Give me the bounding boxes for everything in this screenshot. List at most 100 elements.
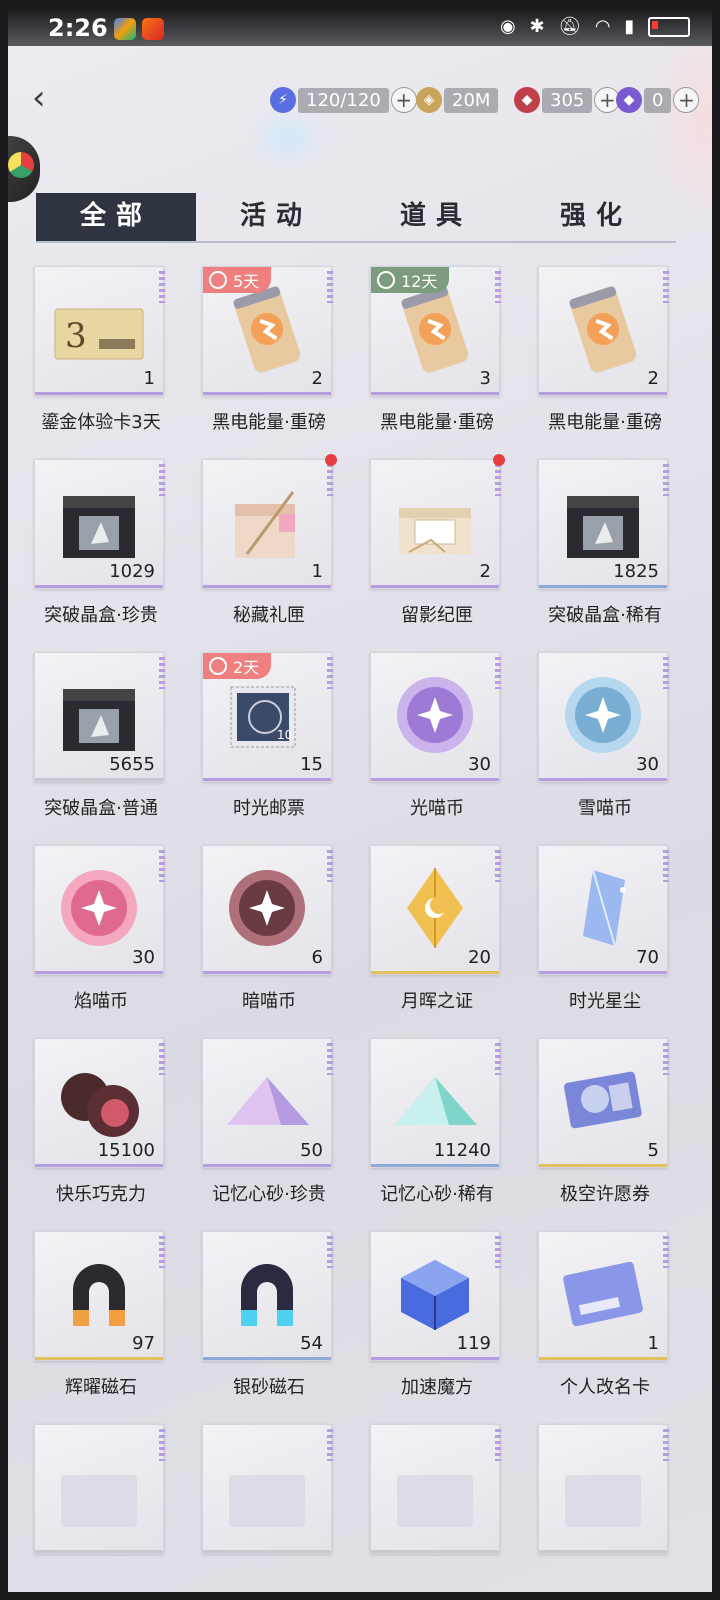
inventory-item[interactable]: 5 极空许愿券	[538, 1038, 672, 1206]
inventory-item[interactable]: 2 留影纪匣	[370, 454, 505, 627]
rarity-marker	[327, 657, 333, 689]
signal-icon: ▮	[624, 16, 639, 37]
yellow-card-icon	[553, 1439, 653, 1535]
tab-2[interactable]: 道具	[356, 193, 516, 241]
inventory-item[interactable]: 15100 快乐巧克力	[34, 1038, 168, 1206]
rarity-marker	[159, 1429, 165, 1461]
item-card[interactable]: 30	[538, 652, 669, 782]
stamp-icon: 10	[217, 667, 317, 763]
item-quantity: 5	[647, 1140, 659, 1161]
tab-3[interactable]: 强化	[516, 193, 676, 241]
inventory-item[interactable]: 30 光喵币	[370, 652, 504, 820]
rarity-stripe	[371, 392, 499, 395]
item-card[interactable]	[538, 1424, 669, 1554]
heart-sand-teal-icon	[385, 1053, 485, 1149]
item-quantity: 30	[132, 947, 155, 968]
inventory-item[interactable]	[370, 1424, 504, 1554]
inventory-item[interactable]: 70 时光星尘	[538, 845, 672, 1013]
item-card[interactable]: 10 15 2天	[202, 652, 333, 782]
item-card[interactable]: 6	[202, 845, 333, 975]
item-card[interactable]	[34, 1424, 165, 1554]
game-notification-icon	[142, 18, 164, 40]
rarity-stripe	[203, 392, 331, 395]
inventory-item[interactable]	[34, 1424, 168, 1554]
item-card[interactable]: 3 12天	[370, 266, 501, 396]
item-card[interactable]	[370, 1424, 501, 1554]
item-card[interactable]: 5	[538, 1038, 669, 1168]
item-card[interactable]: 1	[538, 1231, 669, 1361]
inventory-screen: 2:26 ◉ ✱ 🔕︎ ◠ ▮ ‹ ⚡ 120/120 + ◈ 20M ◆ 305 + ◆ 0 + …	[8, 8, 712, 1592]
item-card[interactable]: 1	[202, 454, 337, 589]
inventory-item[interactable]: 1 个人改名卡	[538, 1231, 672, 1399]
inventory-item[interactable]: 1825 突破晶盒·稀有	[538, 459, 672, 627]
inventory-item[interactable]: 1029 突破晶盒·珍贵	[34, 459, 168, 627]
item-name: 突破晶盒·珍贵	[44, 605, 158, 626]
inventory-item[interactable]: 97 辉曜磁石	[34, 1231, 168, 1399]
item-card[interactable]: 2	[538, 266, 669, 396]
item-card[interactable]: 5655	[34, 652, 165, 782]
back-button[interactable]: ‹	[32, 78, 72, 118]
inventory-item[interactable]	[538, 1424, 672, 1554]
item-card[interactable]: 2	[370, 454, 505, 589]
item-card[interactable]	[202, 1424, 333, 1554]
speed-cube-icon	[385, 1246, 485, 1342]
inventory-item[interactable]: 3 12天 黑电能量·重磅	[370, 266, 504, 434]
device-icon	[49, 1439, 149, 1535]
item-card[interactable]: 119	[370, 1231, 501, 1361]
add-resource-button[interactable]: +	[673, 87, 700, 113]
item-card[interactable]: 20	[370, 845, 501, 975]
item-card[interactable]: 15100	[34, 1038, 165, 1168]
rarity-marker	[159, 464, 165, 496]
inventory-item[interactable]: 30 焰喵币	[34, 845, 168, 1013]
inventory-item[interactable]: 1 秘藏礼匣	[202, 454, 337, 627]
item-card[interactable]: 70	[538, 845, 669, 975]
rarity-marker	[495, 271, 501, 303]
item-card[interactable]: 31	[34, 266, 165, 396]
rarity-stripe	[35, 392, 163, 395]
tab-0[interactable]: 全部	[36, 193, 196, 241]
rarity-marker	[663, 1043, 669, 1075]
heart-sand-purple-icon	[217, 1053, 317, 1149]
inventory-item[interactable]: 54 银砂磁石	[202, 1231, 336, 1399]
inventory-item[interactable]: 2 5天 黑电能量·重磅	[202, 266, 336, 434]
item-card[interactable]: 97	[34, 1231, 165, 1361]
item-card[interactable]: 1825	[538, 459, 669, 589]
rarity-marker	[327, 850, 333, 882]
item-card[interactable]: 54	[202, 1231, 333, 1361]
mute-icon: 🔕︎	[558, 16, 586, 37]
resource-purple-diamond: ◆ 0 +	[616, 86, 700, 114]
crystal-box-icon	[49, 474, 149, 570]
inventory-item[interactable]: 119 加速魔方	[370, 1231, 504, 1399]
inventory-item[interactable]	[202, 1424, 336, 1554]
inventory-item[interactable]: 11240 记忆心砂·稀有	[370, 1038, 504, 1206]
item-card[interactable]: 50	[202, 1038, 333, 1168]
item-quantity: 2	[311, 368, 323, 389]
resource-value: 0	[644, 87, 672, 113]
item-quantity: 54	[300, 1333, 323, 1354]
rarity-marker	[663, 657, 669, 689]
tab-1[interactable]: 活动	[196, 193, 356, 241]
item-card[interactable]: 30	[34, 845, 165, 975]
rarity-stripe	[539, 971, 667, 974]
item-card[interactable]: 30	[370, 652, 501, 782]
inventory-item[interactable]: 50 记忆心砂·珍贵	[202, 1038, 336, 1206]
inventory-item[interactable]: 5655 突破晶盒·普通	[34, 652, 168, 820]
status-time: 2:26	[48, 14, 108, 42]
add-resource-button[interactable]: +	[390, 87, 417, 113]
inventory-item[interactable]: 2 黑电能量·重磅	[538, 266, 672, 434]
rarity-stripe	[35, 585, 163, 588]
inventory-item[interactable]: 3 1 鎏金体验卡3天	[34, 266, 168, 434]
battery-icon	[648, 17, 690, 37]
rarity-marker	[327, 1236, 333, 1268]
energy-can-icon	[385, 281, 485, 377]
item-card[interactable]: 2 5天	[202, 266, 333, 396]
item-card[interactable]: 11240	[370, 1038, 501, 1168]
item-quantity: 97	[132, 1333, 155, 1354]
inventory-item[interactable]: 6 暗喵币	[202, 845, 336, 1013]
rarity-marker	[159, 1236, 165, 1268]
inventory-item[interactable]: 20 月晖之证	[370, 845, 504, 1013]
crystal-box-icon	[553, 474, 653, 570]
inventory-item[interactable]: 30 雪喵币	[538, 652, 672, 820]
item-card[interactable]: 1029	[34, 459, 165, 589]
inventory-item[interactable]: 10 15 2天 时光邮票	[202, 652, 336, 820]
